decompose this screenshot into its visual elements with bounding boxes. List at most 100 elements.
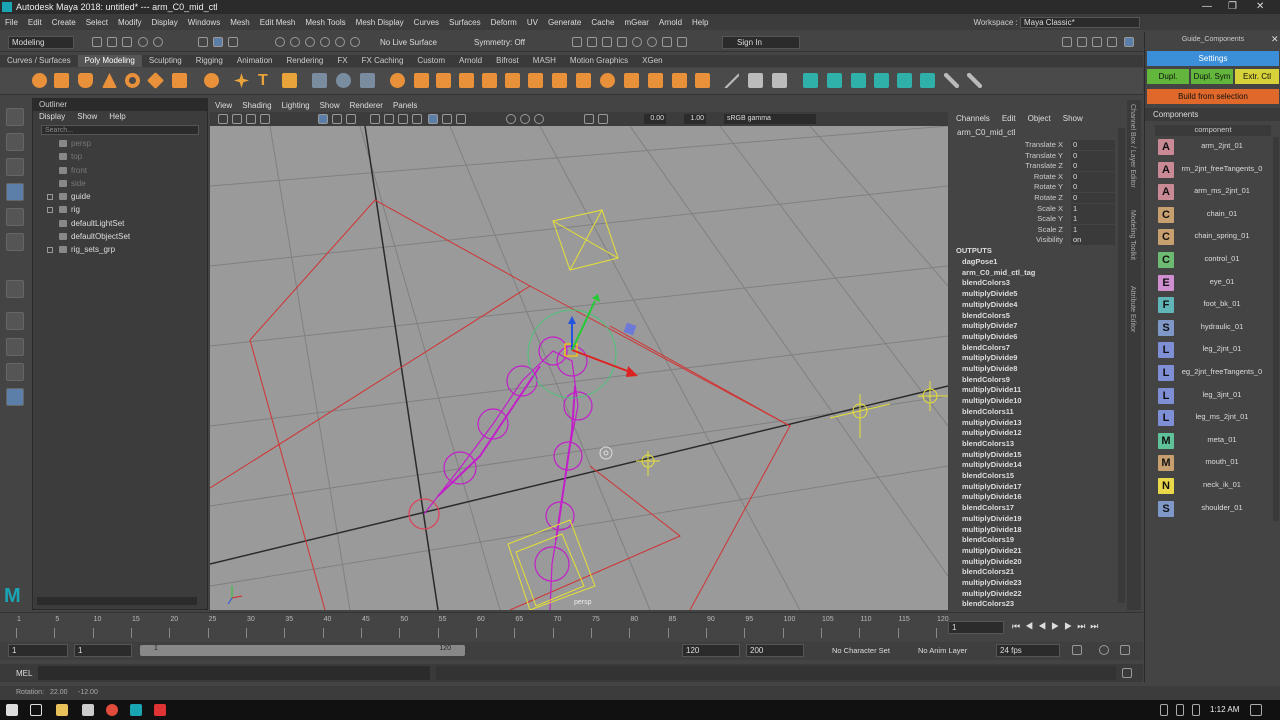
shelf-tab-bifrost[interactable]: Bifrost <box>489 55 526 67</box>
playback-controls[interactable]: ⏮◀◀▶▶⏭⏭ <box>1012 621 1103 632</box>
component-shoulder-01[interactable]: Sshoulder_01 <box>1155 499 1271 519</box>
output-node[interactable]: arm_C0_mid_ctl_tag <box>962 268 1035 277</box>
output-node[interactable]: blendColors17 <box>962 503 1014 512</box>
tab-attribute-editor[interactable]: Attribute Editor <box>1129 286 1136 332</box>
attr-value-field[interactable]: 0 <box>1071 193 1115 203</box>
output-node[interactable]: blendColors7 <box>962 343 1010 352</box>
bevel-icon[interactable] <box>505 73 520 88</box>
motion-blur-icon[interactable] <box>520 114 530 124</box>
channel-menu-show[interactable]: Show <box>1057 112 1089 126</box>
open-scene-icon[interactable] <box>107 37 117 47</box>
playback-start-field[interactable]: 1 <box>74 644 132 657</box>
tray-icon-2[interactable] <box>1176 704 1184 716</box>
workspace-selector[interactable]: Workspace : Maya Classic* <box>973 17 1140 28</box>
attr-row-rotate-z[interactable]: Rotate Z 0 <box>950 193 1127 204</box>
fps-dropdown[interactable]: 24 fps <box>996 644 1060 657</box>
character-set-dropdown[interactable]: No Character Set <box>832 646 890 655</box>
mirror-icon[interactable] <box>436 73 451 88</box>
guide-panel-close-icon[interactable]: ✕ <box>1271 34 1279 45</box>
mel-label[interactable]: MEL <box>16 669 32 678</box>
outliner-menu-help[interactable]: Help <box>103 111 131 123</box>
menu-edit[interactable]: Edit <box>23 18 47 27</box>
antialiasing-icon[interactable] <box>534 114 544 124</box>
poly-sphere-icon[interactable] <box>32 73 47 88</box>
shelf-tab-rendering[interactable]: Rendering <box>279 55 330 67</box>
menu-edit-mesh[interactable]: Edit Mesh <box>255 18 301 27</box>
render-setup-icon[interactable] <box>647 37 657 47</box>
outliner-item-guide[interactable]: guide <box>33 190 207 203</box>
output-node[interactable]: dagPose1 <box>962 257 997 266</box>
component-leg-2jnt-01[interactable]: Lleg_2jnt_01 <box>1155 340 1271 360</box>
output-node[interactable]: blendColors13 <box>962 439 1014 448</box>
output-node[interactable]: multiplyDivide11 <box>962 385 1021 394</box>
move-tool-icon[interactable] <box>6 183 24 201</box>
shelf-tab-poly-modeling[interactable]: Poly Modeling <box>77 55 142 67</box>
single-perspective-layout-icon[interactable] <box>6 312 24 330</box>
wireframe-on-shaded-icon[interactable] <box>398 114 408 124</box>
channel-menu-channels[interactable]: Channels <box>950 112 996 126</box>
select-camera-icon[interactable] <box>218 114 228 124</box>
sculpt-brush-icon[interactable] <box>724 73 739 88</box>
menu-generate[interactable]: Generate <box>543 18 586 27</box>
colorspace-dropdown[interactable]: sRGB gamma <box>724 114 816 124</box>
outliner-item-front[interactable]: front <box>33 164 207 177</box>
menu-cache[interactable]: Cache <box>586 18 619 27</box>
four-view-layout-icon[interactable] <box>6 338 24 356</box>
select-object-icon[interactable] <box>213 37 223 47</box>
viewport-menu-shading[interactable]: Shading <box>237 100 276 112</box>
snap-live-icon[interactable] <box>350 37 360 47</box>
viewport-menu-show[interactable]: Show <box>315 100 345 112</box>
shelf-tab-fx-caching[interactable]: FX Caching <box>355 55 411 67</box>
planar-map-icon[interactable] <box>772 73 787 88</box>
animation-end-field[interactable]: 200 <box>746 644 804 657</box>
menu-mesh-display[interactable]: Mesh Display <box>351 18 409 27</box>
auto-key-icon[interactable] <box>1099 645 1109 655</box>
poly-disc-icon[interactable] <box>172 73 187 88</box>
loop-icon[interactable] <box>1072 645 1082 655</box>
paint-select-icon[interactable] <box>6 158 24 176</box>
attr-row-translate-y[interactable]: Translate Y 0 <box>950 150 1127 162</box>
calculator-icon[interactable] <box>82 704 94 716</box>
outliner-item-rig-sets-grp[interactable]: rig_sets_grp <box>33 243 207 256</box>
output-node[interactable]: blendColors19 <box>962 535 1014 544</box>
output-node[interactable]: multiplyDivide17 <box>962 482 1022 491</box>
shelf-tab-custom[interactable]: Custom <box>410 55 452 67</box>
range-slider[interactable]: 1 120 <box>140 645 465 656</box>
exposure-icon[interactable] <box>598 114 608 124</box>
output-node[interactable]: multiplyDivide4 <box>962 300 1017 309</box>
undo-icon[interactable] <box>138 37 148 47</box>
chrome-icon[interactable] <box>106 704 118 716</box>
component-meta-01[interactable]: Mmeta_01 <box>1155 431 1271 451</box>
save-scene-icon[interactable] <box>122 37 132 47</box>
outliner-search-input[interactable]: Search... <box>41 125 199 135</box>
smooth-shade-icon[interactable] <box>384 114 394 124</box>
boolean-union-icon[interactable] <box>390 73 405 88</box>
extract-icon[interactable] <box>414 73 429 88</box>
shadows-icon[interactable] <box>456 114 466 124</box>
mel-input[interactable] <box>38 666 430 680</box>
sew-uv-icon[interactable] <box>967 73 982 88</box>
cut-uv-icon[interactable] <box>944 73 959 88</box>
outliner-item-top[interactable]: top <box>33 150 207 163</box>
attr-row-rotate-y[interactable]: Rotate Y 0 <box>950 182 1127 193</box>
outliner-menu-display[interactable]: Display <box>33 111 71 123</box>
animation-preferences-icon[interactable] <box>1120 645 1130 655</box>
rotate-tool-icon[interactable] <box>6 208 24 226</box>
snap-point-icon[interactable] <box>305 37 315 47</box>
outliner-item-persp[interactable]: persp <box>33 137 207 150</box>
layout-outliner-icon[interactable] <box>1077 37 1087 47</box>
duplicate-symmetry-button[interactable]: Dupl. Sym <box>1191 69 1233 84</box>
outliner-menu-show[interactable]: Show <box>71 111 103 123</box>
svg-tool-icon[interactable] <box>282 73 297 88</box>
output-node[interactable]: blendColors11 <box>962 407 1014 416</box>
outliner-item-defaultobjectset[interactable]: defaultObjectSet <box>33 230 207 243</box>
lasso-tool-icon[interactable] <box>6 133 24 151</box>
output-node[interactable]: multiplyDivide13 <box>962 418 1022 427</box>
output-node[interactable]: multiplyDivide6 <box>962 332 1017 341</box>
output-node[interactable]: multiplyDivide16 <box>962 492 1022 501</box>
attr-value-field[interactable]: 0 <box>1071 161 1115 172</box>
channel-box-toggle-icon[interactable] <box>1124 37 1134 47</box>
viewport-menu-lighting[interactable]: Lighting <box>277 100 315 112</box>
menu-windows[interactable]: Windows <box>183 18 225 27</box>
output-node[interactable]: multiplyDivide10 <box>962 396 1022 405</box>
